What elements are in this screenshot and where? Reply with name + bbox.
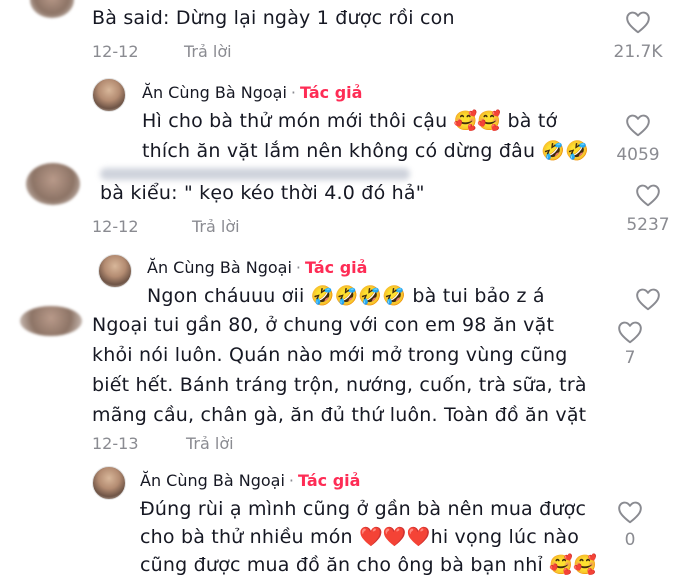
like-count: 4059 <box>616 145 660 165</box>
heart-outline-icon[interactable] <box>635 183 661 207</box>
comment-text-line: Hì cho bà thử món mới thôi cậu 🥰🥰 bà tớ <box>142 110 558 132</box>
reply-button[interactable]: Trả lời <box>184 42 232 61</box>
separator-dot: · <box>290 83 296 102</box>
heart-outline-icon[interactable] <box>617 320 643 344</box>
heart-outline-icon[interactable] <box>625 10 651 34</box>
comment-text: bà kiểu: " kẹo kéo thời 4.0 đó hả" <box>100 182 425 204</box>
comment-text-line: Ngoại tui gần 80, ở chung với con em 98 … <box>92 314 555 336</box>
comment-text: Bà said: Dừng lại ngày 1 được rồi con <box>92 7 455 29</box>
like-count: 0 <box>624 530 636 550</box>
comment-text-line: Đúng rùi ạ mình cũng ở gần bà nên mua đư… <box>140 498 587 520</box>
commenter-avatar[interactable] <box>30 0 74 18</box>
commenter-avatar[interactable] <box>20 306 82 336</box>
heart-outline-icon[interactable] <box>617 500 643 524</box>
reply-author-line: Ăn Cùng Bà Ngoại · Tác giả <box>142 83 362 103</box>
heart-outline-icon[interactable] <box>635 287 661 311</box>
reply-author-line: Ăn Cùng Bà Ngoại · Tác giả <box>140 471 360 491</box>
author-name[interactable]: Ăn Cùng Bà Ngoại <box>142 83 287 102</box>
separator-dot: · <box>295 258 301 277</box>
comment-text-line: khỏi nói luôn. Quán nào mới mở trong vùn… <box>92 344 568 366</box>
like-count: 5237 <box>626 215 670 235</box>
author-avatar[interactable] <box>92 466 126 500</box>
author-avatar[interactable] <box>98 254 132 288</box>
like-count: 21.7K <box>613 42 663 62</box>
comment-date: 12-13 <box>92 434 139 453</box>
author-name[interactable]: Ăn Cùng Bà Ngoại <box>147 258 292 277</box>
author-badge: Tác giả <box>300 83 363 102</box>
comment-text-line: biết hết. Bánh tráng trộn, nướng, cuốn, … <box>92 374 587 396</box>
comment-text-line: mãng cầu, chân gà, ăn đủ thứ luôn. Toàn … <box>92 404 587 426</box>
author-badge: Tác giả <box>305 258 368 277</box>
comment-text-line: cho bà thử nhiều món ❤️❤️❤️hi vọng lúc n… <box>140 526 580 548</box>
comment-date: 12-12 <box>92 217 139 236</box>
reply-author-line: Ăn Cùng Bà Ngoại · Tác giả <box>147 258 367 278</box>
reply-button[interactable]: Trả lời <box>186 434 234 453</box>
reply-button[interactable]: Trả lời <box>192 217 240 236</box>
comment-text-line: Ngon cháuuu ơii 🤣🤣🤣🤣 bà tui bảo z á <box>147 285 545 307</box>
author-avatar[interactable] <box>92 78 126 112</box>
comment-text-line: thích ăn vặt lắm nên không có dừng đâu 🤣… <box>142 140 590 162</box>
comment-text-line: cũng được mua đồ ăn cho ông bà bạn nhỉ 🥰… <box>140 554 597 576</box>
commenter-avatar[interactable] <box>26 163 80 205</box>
heart-outline-icon[interactable] <box>625 113 651 137</box>
separator-dot: · <box>288 471 294 490</box>
author-name[interactable]: Ăn Cùng Bà Ngoại <box>140 471 285 490</box>
like-count: 7 <box>624 348 636 368</box>
author-badge: Tác giả <box>298 471 361 490</box>
comment-date: 12-12 <box>92 42 139 61</box>
